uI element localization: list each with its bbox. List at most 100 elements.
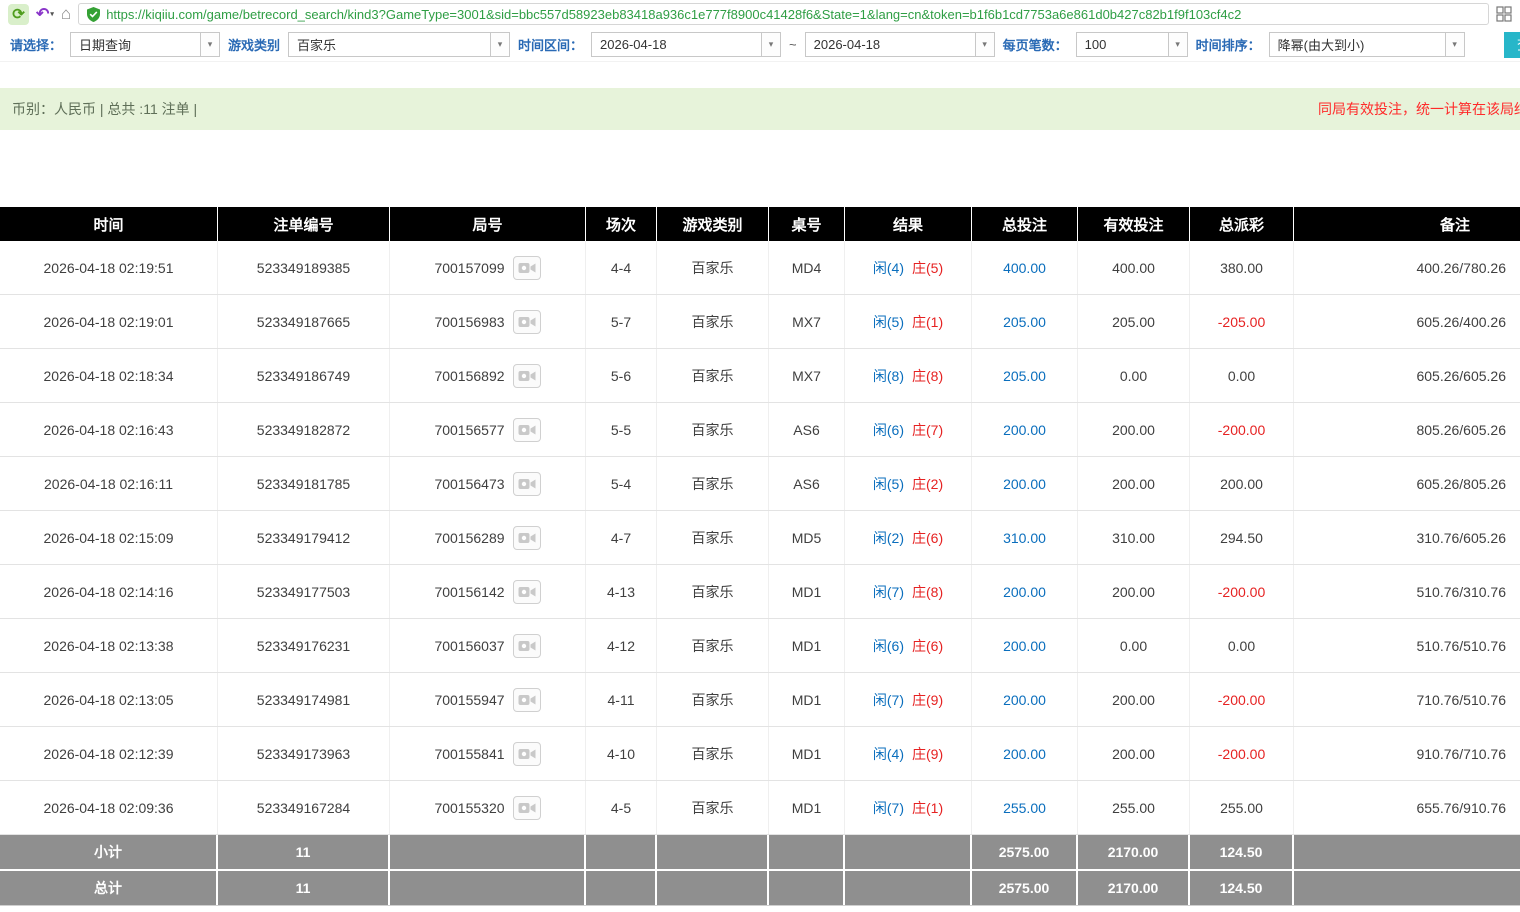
cell-valid-bet: 200.00 [1078,673,1190,726]
replay-video-icon[interactable] [513,580,541,604]
refresh-button[interactable]: ⟳ [8,4,29,25]
game-type-value: 百家乐 [289,33,490,56]
replay-video-icon[interactable] [513,796,541,820]
cell-round: 700156577 [390,403,586,456]
cell-time: 2026-04-18 02:12:39 [0,727,218,780]
game-type-label: 游戏类别 [228,35,280,54]
result-player: 闲(6) [873,636,904,656]
range-separator: ~ [789,37,797,52]
date-mode-select[interactable]: 日期查询 ▾ [70,32,220,57]
replay-video-icon[interactable] [513,418,541,442]
cell-round: 700155841 [390,727,586,780]
refresh-icon: ⟳ [12,5,25,23]
cell-note: 655.76/910.76 [1294,781,1520,834]
cell-result: 闲(4)庄(5) [845,241,972,294]
cell-valid-bet: 255.00 [1078,781,1190,834]
undo-button[interactable]: ↶ ▾ [36,4,54,24]
cell-result: 闲(7)庄(8) [845,565,972,618]
header-game-type: 游戏类别 [657,207,769,241]
subtotal-table-no [769,835,845,869]
header-time: 时间 [0,207,218,241]
cell-note: 310.76/605.26 [1294,511,1520,564]
cell-note: 510.76/510.76 [1294,619,1520,672]
select-label: 请选择： [10,35,62,54]
cell-total-bet[interactable]: 255.00 [972,781,1078,834]
bet-record-table: 时间注单编号局号场次游戏类别桌号结果总投注有效投注总派彩备注 2026-04-1… [0,207,1520,906]
cell-payout: 380.00 [1190,241,1294,294]
cell-note: 510.76/310.76 [1294,565,1520,618]
date-to-value: 2026-04-18 [806,33,975,56]
cell-total-bet[interactable]: 200.00 [972,673,1078,726]
cell-total-bet[interactable]: 200.00 [972,403,1078,456]
subtotal-total-bet: 2575.00 [972,835,1078,869]
cell-total-bet[interactable]: 200.00 [972,457,1078,510]
cell-payout: -205.00 [1190,295,1294,348]
grand-total-round [390,871,586,905]
date-from-select[interactable]: 2026-04-18 ▾ [591,32,781,57]
cell-total-bet[interactable]: 310.00 [972,511,1078,564]
cell-total-bet[interactable]: 205.00 [972,349,1078,402]
table-footer: 小计112575.002170.00124.50总计112575.002170.… [0,835,1520,905]
cell-valid-bet: 0.00 [1078,619,1190,672]
result-player: 闲(2) [873,528,904,548]
cell-payout: -200.00 [1190,727,1294,780]
replay-video-icon[interactable] [513,310,541,334]
header-bet-id: 注单编号 [218,207,390,241]
result-player: 闲(8) [873,366,904,386]
result-player: 闲(4) [873,744,904,764]
replay-video-icon[interactable] [513,364,541,388]
page-size-label: 每页笔数： [1003,35,1068,54]
cell-result: 闲(7)庄(9) [845,673,972,726]
cell-total-bet[interactable]: 200.00 [972,727,1078,780]
result-banker: 庄(9) [912,744,943,764]
cell-total-bet[interactable]: 200.00 [972,619,1078,672]
game-type-select[interactable]: 百家乐 ▾ [288,32,510,57]
cell-total-bet[interactable]: 400.00 [972,241,1078,294]
chevron-down-icon: ▾ [1445,33,1464,56]
cell-table-no: MD1 [769,727,845,780]
cell-game-type: 百家乐 [657,457,769,510]
table-row: 2026-04-18 02:09:36523349167284700155320… [0,781,1520,835]
replay-video-icon[interactable] [513,688,541,712]
grand-total-valid-bet: 2170.00 [1078,871,1190,905]
cell-table-no: AS6 [769,403,845,456]
page-size-select[interactable]: 100 ▾ [1076,32,1188,57]
cell-table-no: MD1 [769,673,845,726]
cell-table-no: MD1 [769,619,845,672]
date-from-value: 2026-04-18 [592,33,761,56]
table-body: 2026-04-18 02:19:51523349189385700157099… [0,241,1520,835]
sort-select[interactable]: 降幂(由大到小) ▾ [1269,32,1465,57]
search-button[interactable]: 查 [1504,32,1520,58]
replay-video-icon[interactable] [513,634,541,658]
cell-session: 4-7 [586,511,657,564]
cell-game-type: 百家乐 [657,727,769,780]
split-screen-icon[interactable] [1496,6,1512,22]
replay-video-icon[interactable] [513,526,541,550]
cell-round: 700155947 [390,673,586,726]
replay-video-icon[interactable] [513,742,541,766]
replay-video-icon[interactable] [513,256,541,280]
round-number: 700157099 [434,260,504,276]
address-bar[interactable]: https://kiqiiu.com/game/betrecord_search… [78,3,1489,25]
cell-payout: 200.00 [1190,457,1294,510]
cell-payout: 255.00 [1190,781,1294,834]
table-row: 2026-04-18 02:16:11523349181785700156473… [0,457,1520,511]
home-button[interactable]: ⌂ [61,4,71,24]
cell-total-bet[interactable]: 200.00 [972,565,1078,618]
cell-valid-bet: 205.00 [1078,295,1190,348]
date-to-select[interactable]: 2026-04-18 ▾ [805,32,995,57]
grand-total-bet-id: 11 [218,871,390,905]
sort-label: 时间排序： [1196,35,1261,54]
replay-video-icon[interactable] [513,472,541,496]
table-row: 2026-04-18 02:12:39523349173963700155841… [0,727,1520,781]
grand-total-payout: 124.50 [1190,871,1294,905]
cell-valid-bet: 200.00 [1078,727,1190,780]
cell-note: 710.76/510.76 [1294,673,1520,726]
home-icon: ⌂ [61,4,71,24]
chevron-down-icon: ▾ [761,33,780,56]
cell-result: 闲(4) 庄(9) [845,727,972,780]
cell-result: 闲(7)庄(1) [845,781,972,834]
result-player: 闲(6) [873,420,904,440]
cell-session: 5-7 [586,295,657,348]
cell-total-bet[interactable]: 205.00 [972,295,1078,348]
